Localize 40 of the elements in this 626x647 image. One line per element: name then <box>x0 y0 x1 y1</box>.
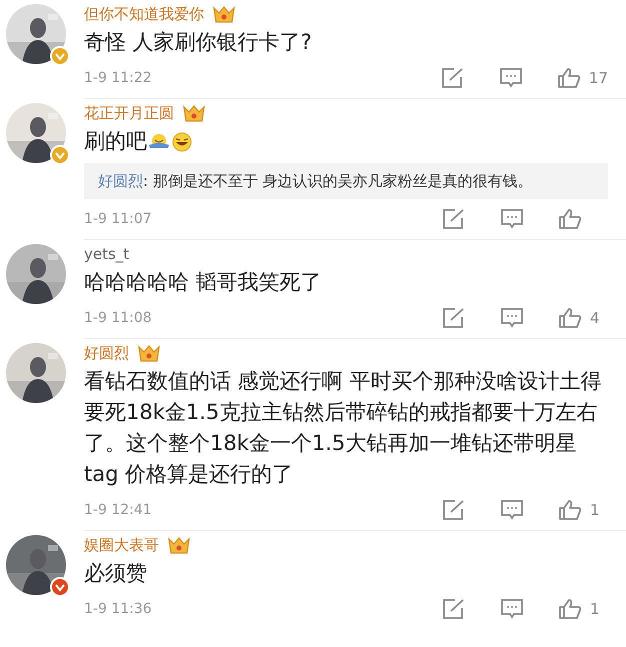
comment-time: 1-9 11:22 <box>84 70 152 86</box>
comment-icon[interactable] <box>500 307 524 329</box>
thumbs-up-icon[interactable] <box>558 598 582 620</box>
comment-icon[interactable] <box>500 208 524 230</box>
comment-text: 奇怪 人家刷你银行卡了? <box>84 29 312 56</box>
comment-text: 看钻石数值的话 感觉还行啊 平时买个那种没啥设计土得要死18k金1.5克拉主钻然后带碎钻的戒指都要十万左右了。这个整个18k金一个1.5大钻再加一堆钻还带明星tag 价格算是还行的了 <box>84 368 602 488</box>
comment-time: 1-9 11:36 <box>84 601 152 617</box>
thumbs-up-icon[interactable] <box>558 208 582 230</box>
comment-icon[interactable] <box>500 499 524 521</box>
comment-icon[interactable] <box>498 67 523 89</box>
username[interactable]: yets_t <box>84 245 130 263</box>
laughing-emoji-icon <box>171 132 193 152</box>
comment-time: 1-9 11:07 <box>84 211 152 227</box>
comment-time: 1-9 12:41 <box>84 502 152 518</box>
crown-icon <box>137 343 161 363</box>
comment-time: 1-9 11:08 <box>84 310 152 326</box>
crown-icon <box>182 103 206 123</box>
share-icon[interactable] <box>442 208 466 230</box>
comment-text: 刷的吧 <box>84 128 147 155</box>
crown-icon <box>212 4 236 24</box>
share-icon[interactable] <box>442 598 466 620</box>
username[interactable]: 好圆烈 <box>84 344 129 362</box>
crown-icon <box>167 535 191 555</box>
thumbs-up-icon[interactable] <box>558 499 582 521</box>
username[interactable]: 娱圈大表哥 <box>84 536 159 554</box>
username[interactable]: 但你不知道我爱你 <box>84 4 204 24</box>
share-icon[interactable] <box>442 307 466 329</box>
share-icon[interactable] <box>440 67 465 89</box>
thumbs-up-icon[interactable] <box>556 67 581 89</box>
comment-text: 必须赞 <box>84 560 147 587</box>
reply-text: 好圆烈: 那倒是还不至于 身边认识的吴亦凡家粉丝是真的很有钱。 <box>98 171 534 192</box>
comment-text: 哈哈哈哈哈 韬哥我笑死了 <box>84 269 322 296</box>
username[interactable]: 花正开月正圆 <box>84 104 174 122</box>
comment-icon[interactable] <box>500 598 524 620</box>
like-count: 17 <box>588 69 608 87</box>
like-count: 4 <box>590 309 600 327</box>
share-icon[interactable] <box>442 499 466 521</box>
like-count: 1 <box>590 501 600 519</box>
like-count: 1 <box>590 600 600 618</box>
thumbs-up-icon[interactable] <box>558 307 582 329</box>
